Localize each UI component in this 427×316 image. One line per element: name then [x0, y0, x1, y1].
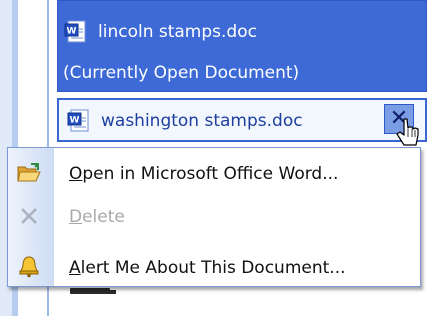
- delete-x-icon: [18, 205, 40, 227]
- word-document-icon: W: [67, 109, 91, 133]
- svg-text:W: W: [70, 116, 80, 126]
- menu-item-delete[interactable]: Delete: [69, 207, 125, 227]
- current-document-status: (Currently Open Document): [63, 63, 300, 83]
- svg-text:W: W: [67, 27, 77, 37]
- hidden-list-item-fragment: [108, 290, 116, 294]
- alert-bell-icon: [17, 254, 41, 278]
- hidden-list-item: [70, 288, 110, 294]
- menu-item-open-in-word[interactable]: Open in Microsoft Office Word...: [69, 164, 338, 184]
- open-folder-icon: [16, 162, 42, 184]
- menu-item-alert-me[interactable]: Alert Me About This Document...: [69, 258, 346, 278]
- mouse-pointer-icon: [394, 117, 424, 157]
- current-document-name[interactable]: lincoln stamps.doc: [98, 22, 257, 42]
- word-document-icon: W: [64, 20, 88, 44]
- document-name-link[interactable]: washington stamps.doc: [101, 111, 303, 131]
